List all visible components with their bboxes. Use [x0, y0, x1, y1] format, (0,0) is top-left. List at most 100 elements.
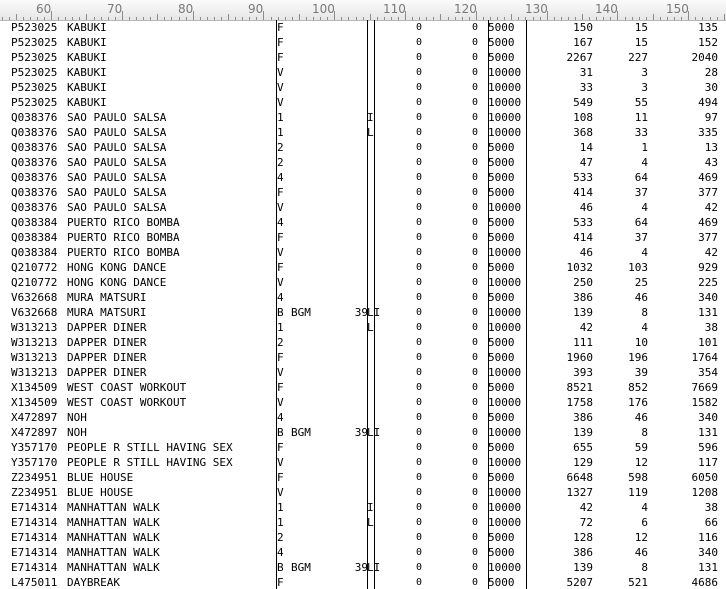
cell-z2: 0 [472, 322, 479, 333]
cell-suffix [367, 410, 387, 425]
cell-suffix [367, 50, 387, 65]
cell-z2: 0 [472, 502, 479, 513]
table-row[interactable]: Y357170 PEOPLE R STILL HAVING SEX F 0 0 5000 6… [0, 440, 726, 455]
cell-v1: 5000 [488, 381, 515, 394]
cell-flag: 4 [277, 216, 284, 229]
cell-v1: 10000 [488, 486, 522, 499]
ruler-label: 110 [383, 2, 406, 16]
table-row[interactable]: W313213 DAPPER DINER V 0 0 10000 393 39 354 [0, 365, 726, 380]
table-row[interactable]: X472897 NOH B BGM 39 LI 0 0 10000 139 8 131 [0, 425, 726, 440]
cell-z2: 0 [472, 547, 479, 558]
cell-suffix [367, 275, 387, 290]
table-row[interactable]: E714314 MANHATTAN WALK 2 0 0 5000 128 12 116 [0, 530, 726, 545]
table-row[interactable]: P523025 KABUKI F 0 0 5000 150 15 135 [0, 20, 726, 35]
table-row[interactable]: Z234951 BLUE HOUSE V 0 0 10000 1327 119 1208 [0, 485, 726, 500]
table-row[interactable]: P523025 KABUKI V 0 0 10000 549 55 494 [0, 95, 726, 110]
cell-v3: 176 [628, 396, 648, 409]
table-row[interactable]: Q038376 SAO PAULO SALSA V 0 0 10000 46 4 42 [0, 200, 726, 215]
table-row[interactable]: P523025 KABUKI V 0 0 10000 31 3 28 [0, 65, 726, 80]
table-row[interactable]: Q038384 PUERTO RICO BOMBA V 0 0 10000 46 4 42 [0, 245, 726, 260]
cell-z2: 0 [472, 292, 479, 303]
table-row[interactable]: Q038376 SAO PAULO SALSA 2 0 0 5000 47 4 43 [0, 155, 726, 170]
cell-z1: 0 [416, 67, 423, 78]
table-row[interactable]: P523025 KABUKI V 0 0 10000 33 3 30 [0, 80, 726, 95]
table-row[interactable]: Q038376 SAO PAULO SALSA 1 L 0 0 10000 368 33 335 [0, 125, 726, 140]
cell-v3: 64 [634, 171, 648, 184]
cell-v4: 354 [698, 366, 718, 379]
table-row[interactable]: P523025 KABUKI F 0 0 5000 2267 227 2040 [0, 50, 726, 65]
table-row[interactable]: Q210772 HONG KONG DANCE F 0 0 5000 1032 103 929 [0, 260, 726, 275]
cell-v3: 103 [628, 261, 648, 274]
cell-v3: 39 [634, 366, 648, 379]
table-row[interactable]: W313213 DAPPER DINER 1 L 0 0 10000 42 4 38 [0, 320, 726, 335]
cell-z2: 0 [472, 382, 479, 393]
cell-v3: 3 [641, 66, 648, 79]
cell-suffix: L [367, 126, 374, 139]
table-row[interactable]: W313213 DAPPER DINER F 0 0 5000 1960 196 1764 [0, 350, 726, 365]
cell-v3: 46 [634, 291, 648, 304]
cell-tag [291, 50, 331, 65]
table-row[interactable]: Q038376 SAO PAULO SALSA 2 0 0 5000 14 1 13 [0, 140, 726, 155]
cell-num [340, 185, 368, 200]
table-row[interactable]: Z234951 BLUE HOUSE F 0 0 5000 6648 598 6050 [0, 470, 726, 485]
table-row[interactable]: X472897 NOH 4 0 0 5000 386 46 340 [0, 410, 726, 425]
table-row[interactable]: V632668 MURA MATSURI 4 0 0 5000 386 46 340 [0, 290, 726, 305]
cell-v4: 340 [698, 546, 718, 559]
cell-v3: 4 [641, 201, 648, 214]
cell-z2: 0 [472, 277, 479, 288]
cell-num [340, 230, 368, 245]
table-row[interactable]: E714314 MANHATTAN WALK B BGM 39 LI 0 0 10000 139 8… [0, 560, 726, 575]
table-row[interactable]: E714314 MANHATTAN WALK 4 0 0 5000 386 46 340 [0, 545, 726, 560]
cell-z1: 0 [416, 157, 423, 168]
cell-z2: 0 [472, 397, 479, 408]
table-row[interactable]: X134509 WEST COAST WORKOUT V 0 0 10000 1758 176… [0, 395, 726, 410]
cell-code: Q038384 [11, 231, 58, 244]
cell-flag: F [277, 186, 284, 199]
cell-code: V632668 [11, 306, 58, 319]
table-row[interactable]: Q038376 SAO PAULO SALSA 1 I 0 0 10000 108 11 97 [0, 110, 726, 125]
cell-z1: 0 [416, 397, 423, 408]
cell-z2: 0 [472, 352, 479, 363]
table-row[interactable]: E714314 MANHATTAN WALK 1 I 0 0 10000 42 4 38 [0, 500, 726, 515]
cell-title: KABUKI [67, 66, 107, 79]
table-row[interactable]: Q038384 PUERTO RICO BOMBA F 0 0 5000 414 37 377 [0, 230, 726, 245]
table-row[interactable]: Q038376 SAO PAULO SALSA 4 0 0 5000 533 64 469 [0, 170, 726, 185]
cell-title: KABUKI [67, 96, 107, 109]
table-row[interactable]: V632668 MURA MATSURI B BGM 39 LI 0 0 10000 139 8 13… [0, 305, 726, 320]
cell-suffix [367, 350, 387, 365]
cell-tag [291, 530, 331, 545]
cell-flag: F [277, 51, 284, 64]
table-row[interactable]: Q038384 PUERTO RICO BOMBA 4 0 0 5000 533 64 469 [0, 215, 726, 230]
cell-v4: 377 [698, 186, 718, 199]
cell-num [340, 35, 368, 50]
cell-v3: 55 [634, 96, 648, 109]
cell-flag: V [277, 81, 284, 94]
cell-z2: 0 [472, 52, 479, 63]
cell-v2: 1758 [566, 396, 594, 409]
cell-v2: 414 [573, 231, 593, 244]
table-row[interactable]: P523025 KABUKI F 0 0 5000 167 15 152 [0, 35, 726, 50]
table-row[interactable]: X134509 WEST COAST WORKOUT F 0 0 5000 8521 852 7… [0, 380, 726, 395]
table-row[interactable]: Q038376 SAO PAULO SALSA F 0 0 5000 414 37 377 [0, 185, 726, 200]
table-row[interactable]: L475011 DAYBREAK F 0 0 5000 5207 521 4686 [0, 575, 726, 589]
table-row[interactable]: W313213 DAPPER DINER 2 0 0 5000 111 10 101 [0, 335, 726, 350]
cell-title: NOH [67, 411, 87, 424]
cell-suffix [367, 65, 387, 80]
cell-z2: 0 [472, 67, 479, 78]
cell-v2: 33 [579, 81, 593, 94]
cell-z2: 0 [472, 22, 479, 33]
table-row[interactable]: Q210772 HONG KONG DANCE V 0 0 10000 250 25 225 [0, 275, 726, 290]
cell-v2: 47 [579, 156, 593, 169]
cell-suffix [367, 35, 387, 50]
cell-code: W313213 [11, 351, 58, 364]
table-row[interactable]: E714314 MANHATTAN WALK 1 L 0 0 10000 72 6 66 [0, 515, 726, 530]
cell-v3: 10 [634, 336, 648, 349]
table-row[interactable]: Y357170 PEOPLE R STILL HAVING SEX V 0 0 10000… [0, 455, 726, 470]
cell-num [340, 215, 368, 230]
cell-z2: 0 [472, 472, 479, 483]
cell-tag [291, 575, 331, 589]
cell-flag: B [277, 561, 284, 574]
cell-v1: 5000 [488, 156, 515, 169]
cell-v3: 8 [641, 561, 648, 574]
cell-title: SAO PAULO SALSA [67, 141, 167, 154]
